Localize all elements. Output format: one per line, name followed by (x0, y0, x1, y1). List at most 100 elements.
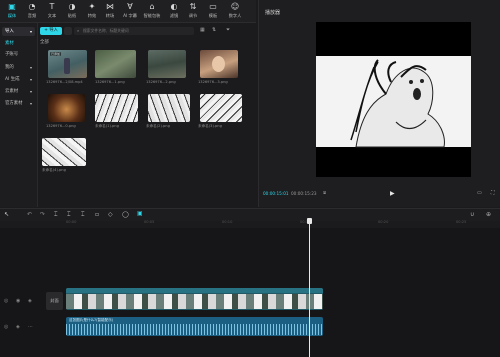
ai-caption-icon: Ɐ (127, 2, 133, 11)
media-caption: 未命名(2).png (146, 124, 170, 128)
media-thumb-8[interactable] (200, 94, 242, 122)
text-icon: T (49, 2, 55, 11)
cursor-icon[interactable]: ↖ (4, 211, 9, 218)
chevron-down-icon: ▾ (29, 29, 32, 34)
media-thumb-6[interactable] (95, 94, 138, 122)
view-toggle-button[interactable] (64, 27, 72, 35)
import-button[interactable]: + 导入 (40, 27, 62, 35)
media-thumb-5[interactable] (48, 94, 85, 122)
tab-text[interactable]: T 文本 (42, 2, 62, 21)
audio-clip[interactable]: 这张图片是什么?(智能配乐) (66, 317, 323, 336)
chevron-down-icon: ▾ (29, 65, 32, 70)
split-icon[interactable]: ⌶ (54, 211, 58, 219)
media-caption: 1326976...1.png (95, 80, 125, 84)
shield-icon[interactable]: ◇ (108, 211, 113, 218)
tab-smart-pack[interactable]: ⌂ 智能包装 (140, 2, 164, 21)
media-thumb-7[interactable] (148, 94, 190, 122)
audio-icon: ◔ (28, 2, 36, 11)
media-caption: 未命名(1).png (95, 124, 119, 128)
face-shape (212, 56, 225, 72)
sidebar-item-ai-generate[interactable]: AI 生成 ▾ (2, 75, 35, 84)
timeline-ruler[interactable]: 00:00 00:05 00:10 00:15 00:20 00:25 (60, 220, 500, 228)
top-toolbar: ▣ 媒体 ◔ 音频 T 文本 ◑ 贴纸 ✦ 特效 ⋈ 转场 Ɐ AI 字幕 ⌂ 智能包装 ◐ 滤镜… (0, 0, 256, 23)
chevron-down-icon: ▾ (29, 77, 32, 82)
tab-avatar[interactable]: ☺ 数字人 (224, 2, 246, 21)
audio-mute-icon[interactable]: ◈ (16, 324, 20, 330)
tab-effects[interactable]: ✦ 特效 (82, 2, 102, 21)
audio-waveform (66, 324, 323, 335)
grid-view-icon[interactable]: ▦ (200, 27, 205, 33)
sidebar-item-sub-account[interactable]: 子账号 (2, 50, 35, 59)
tab-sticker[interactable]: ◑ 贴纸 (62, 2, 82, 21)
effects-icon: ✦ (88, 2, 96, 11)
media-library: + 导入 ⌕ 搜索文件名称、标题关键词 ▦ ⇅ ⏷ 全部 已添加 1326976… (38, 23, 256, 207)
magnet-icon[interactable]: ∪ (470, 211, 474, 218)
track-lock-icon[interactable]: ◎ (4, 298, 8, 304)
zoom-icon[interactable]: ⊕ (486, 211, 491, 218)
sidebar-item-cloud[interactable]: 云素材 ▾ (2, 87, 35, 96)
cover-button[interactable]: 封面 (46, 292, 63, 310)
filter-icon: ◐ (170, 2, 178, 11)
audio-more-icon[interactable]: ⋯ (28, 324, 33, 330)
plus-icon: + (44, 28, 48, 33)
preview-canvas[interactable] (316, 22, 471, 177)
track-mute-icon[interactable]: ◈ (28, 298, 32, 304)
clip-filmstrip (66, 294, 323, 309)
player-panel: 播放器 00:00:15:01 00:00:15:23 ⧈ ▶ ▭ ⛶ (258, 0, 500, 207)
clip-header (66, 288, 323, 293)
total-time: 00:00:15:23 (291, 191, 317, 196)
media-caption: 1326976...3.png (198, 80, 228, 84)
fullscreen-icon[interactable]: ⛶ (491, 190, 495, 196)
search-input[interactable]: ⌕ 搜索文件名称、标题关键词 (74, 27, 194, 35)
section-label: 全部 (40, 40, 49, 45)
tab-adjust[interactable]: ⇅ 调节 (183, 2, 203, 21)
video-clip[interactable] (66, 288, 323, 310)
media-sidebar: 导入 ▾ 素材 子账号 我的 ▾ AI 生成 ▾ 云素材 ▾ 官方素材 ▾ (0, 23, 38, 207)
tab-audio[interactable]: ◔ 音频 (22, 2, 42, 21)
tab-filter[interactable]: ◐ 滤镜 (164, 2, 184, 21)
media-thumb-9[interactable] (42, 138, 86, 166)
adjust-icon: ⇅ (189, 2, 197, 11)
sidebar-item-assets[interactable]: 素材 (2, 39, 35, 48)
aspect-ratio-icon[interactable]: ▭ (477, 190, 482, 196)
media-caption: 未命名(4).png (42, 168, 66, 172)
audio-lock-icon[interactable]: ◎ (4, 324, 8, 330)
filter-icon[interactable]: ⏷ (226, 27, 230, 33)
media-thumb-2[interactable] (95, 50, 136, 78)
ai-badge-icon[interactable]: ▣ (137, 210, 143, 217)
waveform-icon[interactable]: ⧈ (323, 190, 326, 196)
media-thumb-4[interactable] (200, 50, 238, 78)
person-figure (64, 58, 70, 74)
split-right-icon[interactable]: ⌶ (81, 211, 85, 219)
audio-clip-label: 这张图片是什么?(智能配乐) (69, 318, 114, 322)
preview-image (316, 56, 471, 148)
tab-media[interactable]: ▣ 媒体 (2, 2, 22, 21)
delete-icon[interactable]: ▫ (95, 211, 99, 218)
smart-pack-icon: ⌂ (149, 2, 155, 11)
playhead[interactable] (309, 219, 310, 357)
play-icon[interactable]: ▶ (390, 190, 395, 197)
media-thumb-3[interactable] (148, 50, 186, 78)
playhead-handle[interactable] (307, 218, 312, 224)
sidebar-item-mine[interactable]: 我的 ▾ (2, 63, 35, 72)
current-time: 00:00:15:01 (263, 191, 289, 196)
media-thumb-1[interactable]: 已添加 (48, 50, 87, 78)
sort-icon[interactable]: ⇅ (212, 27, 216, 33)
transition-icon: ⋈ (106, 2, 114, 11)
tab-transition[interactable]: ⋈ 转场 (100, 2, 120, 21)
tab-ai-caption[interactable]: Ɐ AI 字幕 (119, 2, 141, 21)
sidebar-item-official[interactable]: 官方素材 ▾ (2, 99, 35, 108)
track-visible-icon[interactable]: ◉ (16, 298, 20, 304)
media-caption: 1326976...2.png (146, 80, 176, 84)
split-left-icon[interactable]: ⌶ (67, 211, 71, 219)
player-title: 播放器 (265, 10, 281, 16)
undo-icon[interactable]: ↶ (27, 211, 32, 218)
sidebar-item-import[interactable]: 导入 ▾ (2, 27, 35, 36)
search-icon: ⌕ (77, 28, 80, 33)
speed-icon[interactable]: ◯ (122, 211, 129, 218)
media-icon: ▣ (8, 2, 16, 11)
chevron-down-icon: ▾ (29, 89, 32, 94)
media-caption: 1326976...0.png (46, 124, 76, 128)
redo-icon[interactable]: ↷ (40, 211, 45, 218)
tab-template[interactable]: ▭ 模板 (203, 2, 223, 21)
